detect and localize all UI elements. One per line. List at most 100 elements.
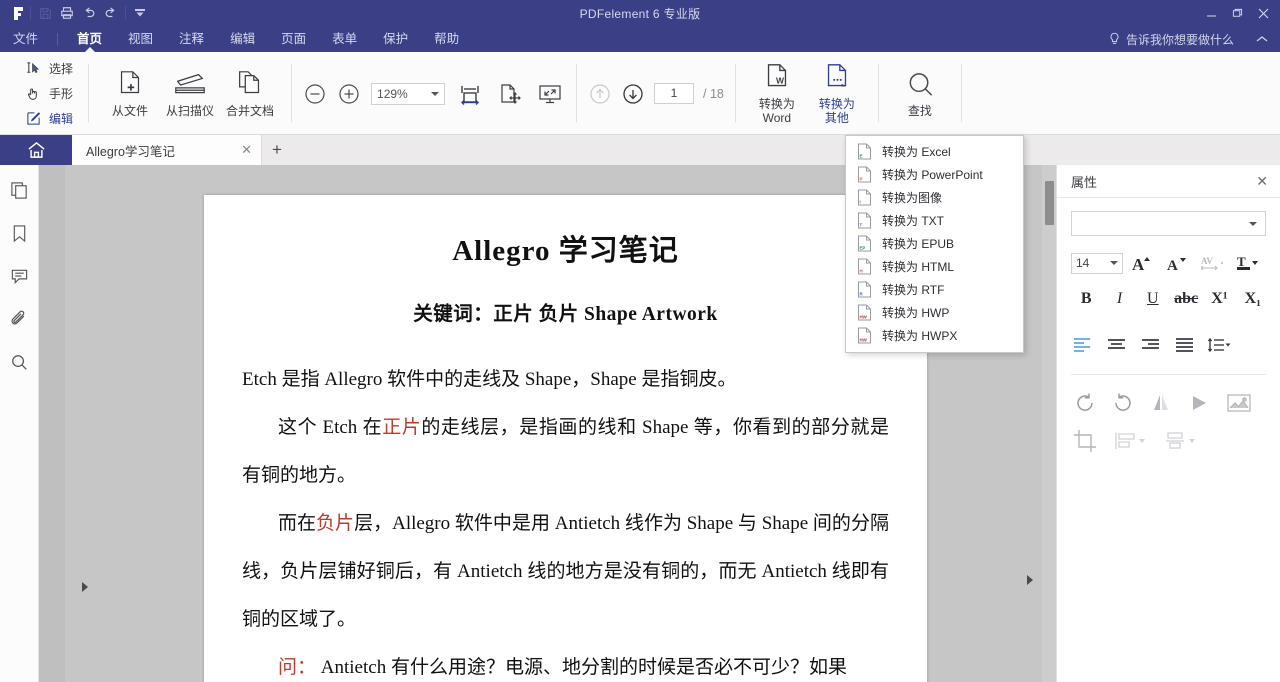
convert-menu-item[interactable]: H 转换为 HTML [846,255,1023,278]
close-button[interactable] [1250,1,1276,25]
home-tab-button[interactable] [0,135,72,165]
convert-menu-item[interactable]: I 转换为图像 [846,186,1023,209]
subscript-button[interactable]: X₁ [1238,286,1268,312]
undo-icon[interactable] [78,2,100,24]
convert-menu-item[interactable]: HW 转换为 HWPX [846,324,1023,347]
current-page-input[interactable]: 1 [654,83,695,104]
align-center-button[interactable] [1105,334,1129,356]
distribute-objects-button[interactable] [1163,429,1197,453]
ribbon-tab-file[interactable]: 文件 [0,26,51,52]
bookmark-icon[interactable] [6,220,32,246]
convert-to-word-button[interactable]: W 转换为 Word [747,58,807,129]
convert-to-other-menu[interactable]: E 转换为 Excel P 转换为 PowerPoint I 转换为图像 T 转换为 TXT E… [845,135,1024,353]
arrow-up-circle-icon[interactable] [588,82,612,106]
expand-left-panel-button[interactable] [79,575,91,599]
quick-access-toolbar [0,2,151,24]
align-objects-button[interactable] [1113,429,1147,453]
font-size-combobox[interactable]: 14 [1071,252,1123,274]
align-left-button[interactable] [1071,334,1095,356]
tell-me-search[interactable]: 告诉我你想要做什么 [1108,26,1234,52]
tool-hand-button[interactable]: 手形 [21,82,77,105]
tool-edit-button[interactable]: 编辑 [21,107,77,130]
document-paragraph[interactable]: 这个 Etch 在正片的走线层，是指画的线和 Shape 等，你看到的部分就是有… [242,404,889,500]
zoom-in-icon[interactable] [337,82,361,106]
search-icon[interactable] [6,349,32,375]
increase-font-size-icon[interactable]: A [1128,250,1158,276]
find-button[interactable]: 查找 [890,65,950,122]
superscript-button[interactable]: X¹ [1204,286,1234,312]
move-page-icon[interactable] [495,79,525,109]
document-paragraph[interactable]: Etch 是指 Allegro 软件中的走线及 Shape，Shape 是指铜皮… [242,356,889,404]
rotate-right-button[interactable] [1111,391,1135,415]
zoom-level-combobox[interactable]: 129% [371,82,446,105]
font-color-icon[interactable]: T [1233,250,1263,276]
convert-menu-item[interactable]: R 转换为 RTF [846,278,1023,301]
ribbon-tab-protect[interactable]: 保护 [370,26,421,52]
decrease-font-size-icon[interactable]: A [1163,250,1193,276]
close-properties-icon[interactable]: ✕ [1256,173,1268,190]
ribbon-tab-help[interactable]: 帮助 [421,26,472,52]
ribbon-tab-view[interactable]: 视图 [115,26,166,52]
create-from-scanner-button[interactable]: 从扫描仪 [160,65,220,122]
convert-menu-item[interactable]: P 转换为 PowerPoint [846,163,1023,186]
document-tab[interactable]: Allegro学习笔记 ✕ [72,135,262,165]
thumbnails-icon[interactable] [6,177,32,203]
ribbon-tab-form[interactable]: 表单 [319,26,370,52]
strikethrough-button[interactable]: abc [1171,286,1201,312]
line-spacing-button[interactable] [1207,334,1231,356]
scrollbar-thumb[interactable] [1045,181,1054,225]
paragraph-run: 这个 Etch 在 [278,417,383,438]
rotate-left-button[interactable] [1073,391,1097,415]
customize-qat-icon[interactable] [129,2,151,24]
app-logo[interactable] [5,2,27,24]
tool-select-button[interactable]: 选择 [21,57,77,80]
character-spacing-icon[interactable]: AV [1198,250,1228,276]
vertical-scrollbar[interactable] [1042,165,1056,682]
zoom-out-icon[interactable] [303,82,327,106]
ribbon-tab-edit[interactable]: 编辑 [217,26,268,52]
arrow-down-circle-icon[interactable] [621,82,645,106]
document-paragraph[interactable]: 而在负片层，Allegro 软件中是用 Antietch 线作为 Shape 与… [242,500,889,644]
create-from-scanner-label: 从扫描仪 [166,104,215,118]
flip-vertical-button[interactable] [1187,391,1211,415]
ribbon-tab-page[interactable]: 页面 [268,26,319,52]
convert-menu-item[interactable]: EP 转换为 EPUB [846,232,1023,255]
collapse-right-panel-button[interactable] [1026,575,1034,585]
crop-button[interactable] [1073,429,1097,453]
save-icon[interactable] [34,2,56,24]
svg-text:HW: HW [860,315,868,320]
attachment-icon[interactable] [6,306,32,332]
ribbon-tab-comment[interactable]: 注释 [166,26,217,52]
replace-image-button[interactable] [1225,391,1253,415]
font-family-combobox[interactable] [1071,211,1266,236]
italic-button[interactable]: I [1104,286,1134,312]
collapse-ribbon-button[interactable] [1256,26,1268,52]
ribbon-group-tools: 选择 手形 编辑 [0,52,84,135]
bold-button[interactable]: B [1071,286,1101,312]
merge-documents-button[interactable]: 合并文档 [220,65,280,122]
convert-to-other-button[interactable]: 转换为 其他 [807,58,867,129]
tool-edit-label: 编辑 [49,112,74,126]
create-from-file-button[interactable]: 从文件 [100,65,160,122]
align-right-button[interactable] [1139,334,1163,356]
document-paragraph[interactable]: 问： Antietch 有什么用途？电源、地分割的时候是否必不可少？如果 [242,644,889,682]
convert-menu-item[interactable]: E 转换为 Excel [846,140,1023,163]
print-icon[interactable] [56,2,78,24]
fit-width-icon[interactable] [455,79,485,109]
svg-text:A: A [1167,258,1178,273]
convert-menu-item[interactable]: HW 转换为 HWP [846,301,1023,324]
underline-button[interactable]: U [1138,286,1168,312]
align-justify-button[interactable] [1173,334,1197,356]
close-tab-icon[interactable]: ✕ [241,142,252,158]
new-tab-button[interactable]: + [262,135,292,165]
redo-icon[interactable] [100,2,122,24]
maximize-button[interactable] [1224,1,1250,25]
flip-horizontal-button[interactable] [1149,391,1173,415]
svg-text:HW: HW [860,338,868,343]
convert-menu-item[interactable]: T 转换为 TXT [846,209,1023,232]
pdf-page[interactable]: Allegro 学习笔记 关键词：正片 负片 Shape Artwork Etc… [204,195,927,682]
fullscreen-icon[interactable] [535,79,565,109]
ribbon-tab-home[interactable]: 首页 [64,26,115,53]
minimize-button[interactable] [1198,1,1224,25]
comment-icon[interactable] [6,263,32,289]
